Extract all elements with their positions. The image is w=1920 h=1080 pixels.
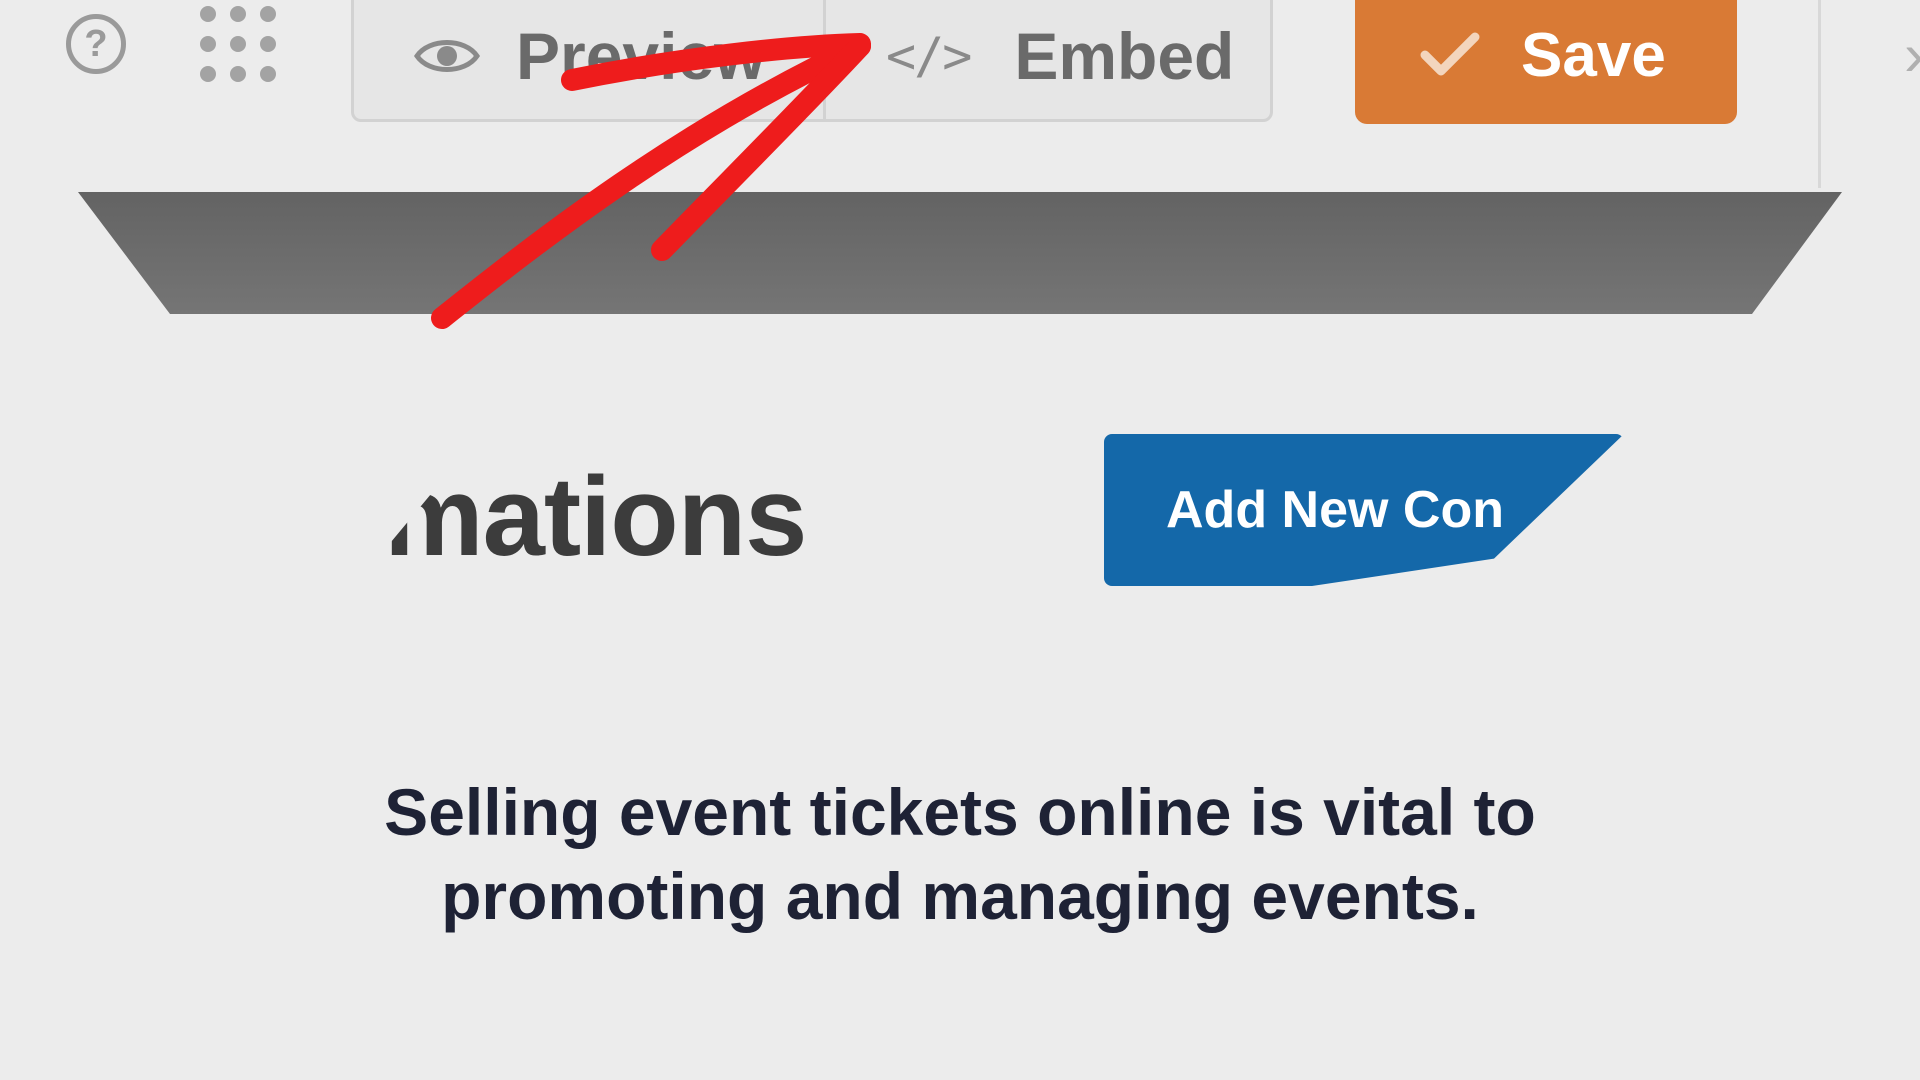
save-button[interactable]: Save — [1355, 0, 1737, 124]
save-label: Save — [1521, 20, 1666, 90]
add-new-label: Add New Con — [1166, 481, 1504, 539]
apps-grid-icon[interactable] — [200, 6, 276, 82]
preview-label: Preview — [516, 19, 766, 93]
help-icon[interactable]: ? — [66, 14, 126, 74]
caption-line-2: promoting and managing events. — [441, 859, 1479, 933]
preview-button[interactable]: Preview — [354, 0, 823, 119]
caption-line-1: Selling event tickets online is vital to — [384, 775, 1536, 849]
video-caption: Selling event tickets online is vital to… — [260, 770, 1660, 938]
add-new-button[interactable]: Add New Con — [1104, 434, 1624, 586]
transition-band — [78, 192, 1842, 314]
toolbar-edge — [1818, 0, 1821, 188]
chevron-right-icon[interactable]: › — [1904, 20, 1920, 89]
eye-icon — [414, 40, 480, 72]
page-heading-fragment: mations — [384, 452, 807, 582]
code-icon: </> — [886, 27, 972, 85]
embed-button[interactable]: </> Embed — [826, 0, 1270, 119]
check-icon — [1420, 32, 1480, 76]
embed-label: Embed — [1014, 19, 1235, 93]
